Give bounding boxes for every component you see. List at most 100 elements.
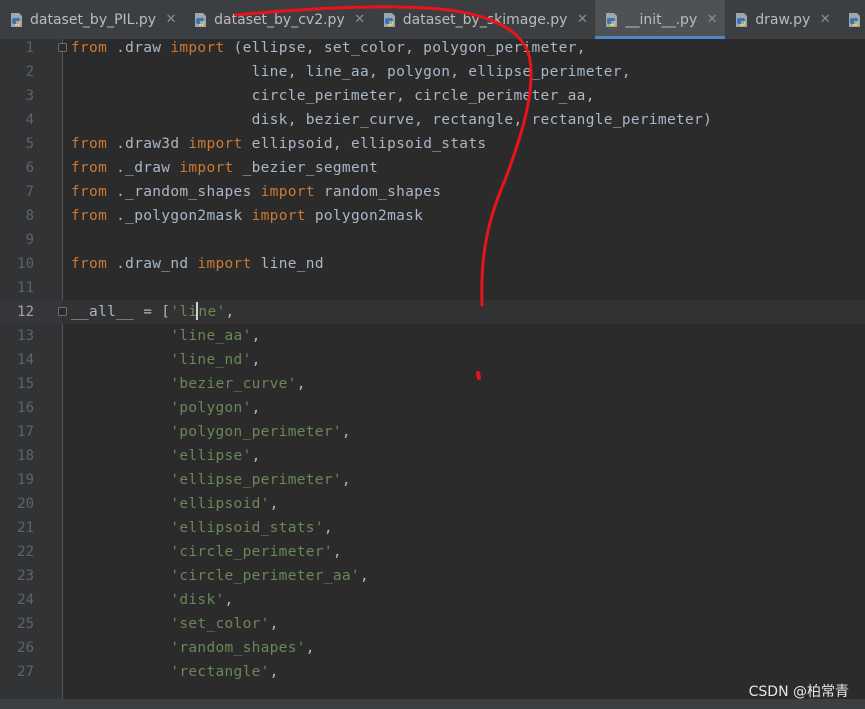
close-tab-icon[interactable]: ✕ [354,12,366,27]
code-line[interactable]: 17 'polygon_perimeter', [0,420,865,444]
code-token: , [251,448,261,464]
editor-tab-bar: dataset_by_PIL.py ✕ dataset_by_cv2.py ✕ data… [0,0,865,40]
code-line[interactable]: 24 'disk', [0,588,865,612]
code-text: 'circle_perimeter_aa', [71,564,369,588]
close-tab-icon[interactable]: ✕ [706,12,718,27]
code-line[interactable]: 4 disk, bezier_curve, rectangle, rectang… [0,108,865,132]
code-line[interactable]: 13 'line_aa', [0,324,865,348]
code-line[interactable]: 16 'polygon', [0,396,865,420]
line-number: 11 [17,280,34,296]
code-line[interactable]: 5 from .draw3d import ellipsoid, ellipsoi… [0,132,865,156]
code-token: polygon2mask [305,208,424,224]
code-token: , [224,592,234,608]
editor-tab[interactable]: dataset_by_cv2.py ✕ [184,0,373,39]
line-number: 19 [17,472,34,488]
code-line[interactable]: 25 'set_color', [0,612,865,636]
code-line[interactable]: 26 'random_shapes', [0,636,865,660]
code-text: __all__ = ['line', [71,300,235,324]
tab-label: draw.py [755,11,811,28]
code-token: , [305,640,315,656]
keyword-token: from [71,40,108,56]
code-line[interactable]: 6 from ._draw import _bezier_segment [0,156,865,180]
code-text: line, line_aa, polygon, ellipse_perimete… [71,60,631,84]
code-text: 'ellipsoid_stats', [71,516,333,540]
python-file-icon [849,12,861,27]
string-token: 'random_shapes' [170,640,306,656]
line-number: 16 [17,400,34,416]
close-tab-icon[interactable]: ✕ [819,12,831,27]
code-line[interactable]: 10 from .draw_nd import line_nd [0,252,865,276]
csdn-watermark: CSDN @柏常青 [748,684,849,700]
string-token: 'rectangle' [170,664,270,680]
keyword-token: import [188,136,243,152]
line-number: 8 [25,208,34,224]
horizontal-scrollbar[interactable] [0,699,865,709]
line-number: 5 [25,136,34,152]
code-line[interactable]: 15 'bezier_curve', [0,372,865,396]
code-line[interactable]: 9 [0,228,865,252]
code-text: 'line_nd', [71,348,261,372]
editor-tab[interactable]: __init__.py ✕ [595,0,726,39]
keyword-token: from [71,256,108,272]
code-line[interactable]: 1 from .draw import (ellipse, set_color, … [0,36,865,60]
line-number: 23 [17,568,34,584]
fold-marker-icon[interactable] [58,43,67,52]
close-tab-icon[interactable]: ✕ [576,12,588,27]
code-token: ._random_shapes [107,184,261,200]
string-token: 'line_aa' [170,328,252,344]
code-line[interactable]: 27 'rectangle', [0,660,865,684]
keyword-token: import [260,184,315,200]
code-line[interactable]: 11 [0,276,865,300]
line-number: 15 [17,376,34,392]
code-token: .draw_nd [107,256,198,272]
editor-tab[interactable]: draw.py ✕ [725,0,838,39]
code-token: line, line_aa, polygon, ellipse_perimete… [71,64,631,80]
editor-tab[interactable]: dataset_by_PIL.py ✕ [0,0,184,39]
code-line[interactable]: 19 'ellipse_perimeter', [0,468,865,492]
string-token: ne' [198,304,226,320]
code-text: 'set_color', [71,612,279,636]
code-text: 'polygon', [71,396,261,420]
code-text: 'ellipsoid', [71,492,279,516]
code-line[interactable]: 2 line, line_aa, polygon, ellipse_perime… [0,60,865,84]
code-line[interactable]: 7 from ._random_shapes import random_shap… [0,180,865,204]
code-token: , [269,496,279,512]
code-line[interactable]: 20 'ellipsoid', [0,492,865,516]
code-text: 'rectangle', [71,660,279,684]
code-line[interactable]: 23 'circle_perimeter_aa', [0,564,865,588]
editor-tab[interactable]: datas [838,0,865,39]
code-token: , [341,472,351,488]
code-line[interactable]: 22 'circle_perimeter', [0,540,865,564]
string-token: 'li [170,304,198,320]
code-line[interactable]: 21 'ellipsoid_stats', [0,516,865,540]
code-token: , [251,400,261,416]
code-editor[interactable]: 1 from .draw import (ellipse, set_color, … [0,39,865,699]
string-token: 'ellipse_perimeter' [170,472,342,488]
code-token: random_shapes [314,184,442,200]
code-line[interactable]: 18 'ellipse', [0,444,865,468]
string-token: 'polygon' [170,400,252,416]
string-token: 'set_color' [170,616,270,632]
line-number: 9 [25,232,34,248]
code-line[interactable]: 12 __all__ = ['line', [0,300,865,324]
fold-marker-icon[interactable] [58,307,67,316]
code-text: from ._draw import _bezier_segment [71,156,378,180]
code-text: from ._polygon2mask import polygon2mask [71,204,423,228]
code-text: from .draw3d import ellipsoid, ellipsoid… [71,132,486,156]
code-token: , [269,616,279,632]
line-number: 21 [17,520,34,536]
line-number: 6 [25,160,34,176]
code-line[interactable]: 8 from ._polygon2mask import polygon2mask [0,204,865,228]
code-line[interactable]: 14 'line_nd', [0,348,865,372]
editor-tab[interactable]: dataset_by_skimage.py ✕ [373,0,596,39]
close-tab-icon[interactable]: ✕ [165,12,177,27]
line-number: 13 [17,328,34,344]
code-line[interactable]: 3 circle_perimeter, circle_perimeter_aa, [0,84,865,108]
line-number: 20 [17,496,34,512]
